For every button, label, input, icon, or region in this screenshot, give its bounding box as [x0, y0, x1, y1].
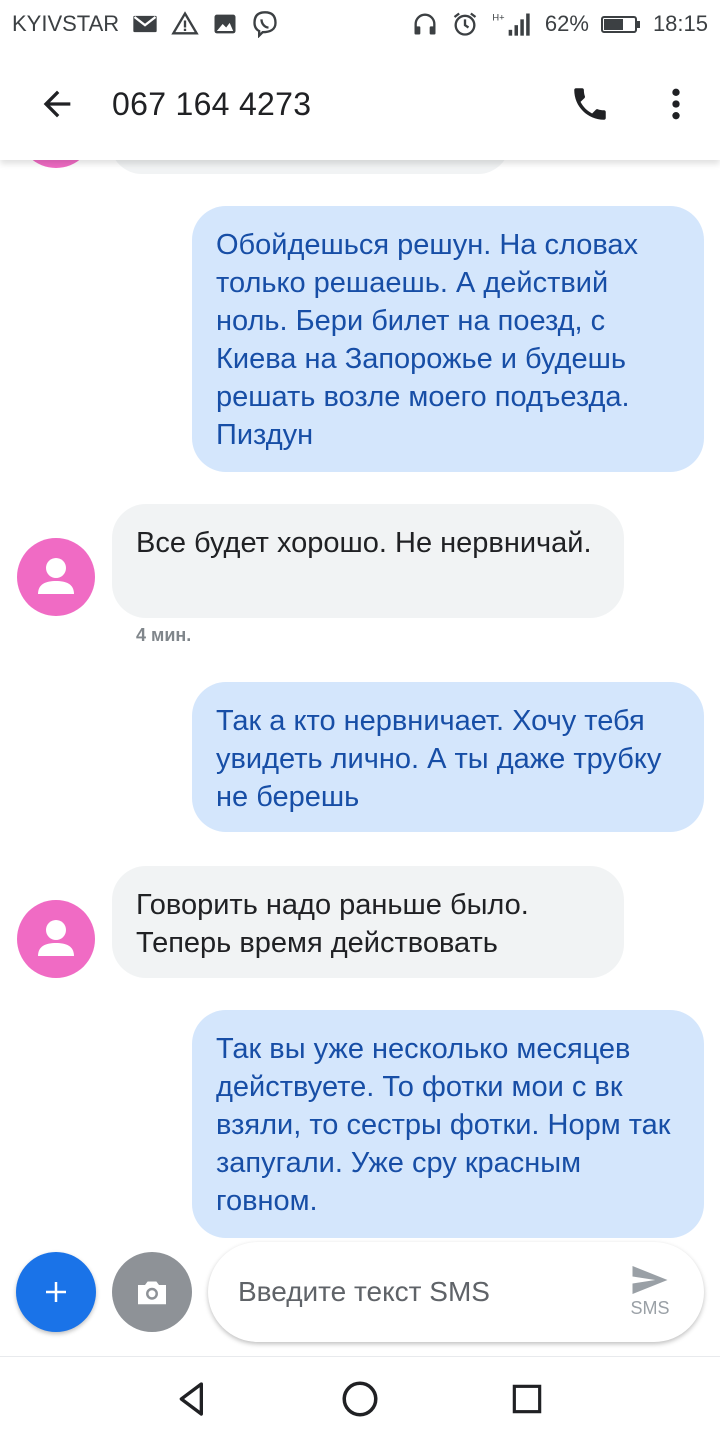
app-bar: 067 164 4273 — [0, 48, 720, 160]
viber-icon — [251, 10, 279, 38]
network-type: H+ — [492, 13, 504, 23]
message-text: Так а кто нервничает. Хочу тебя увидеть … — [216, 705, 662, 813]
battery-icon — [600, 10, 641, 38]
send-label: SMS — [630, 1297, 670, 1318]
person-icon — [38, 558, 74, 594]
camera-icon — [138, 1281, 166, 1305]
message-text: Все будет хорошо. Не нервничай. — [136, 527, 592, 559]
message-incoming[interactable]: Все будет хорошо. Не нервничай. — [112, 504, 624, 618]
message-incoming[interactable]: Говорить надо раньше было. Теперь время … — [112, 866, 624, 978]
nav-recents-button[interactable] — [497, 1369, 557, 1429]
signal-icon: H+ — [491, 10, 531, 38]
more-options-button[interactable] — [644, 72, 708, 136]
clock: 18:15 — [652, 11, 708, 36]
carrier-name: KYIVSTAR — [12, 11, 120, 36]
add-attachment-button[interactable] — [16, 1252, 96, 1332]
status-bar-left: KYIVSTAR — [12, 10, 279, 38]
message-text: Так вы уже несколько месяцев действуете.… — [216, 1033, 671, 1217]
sms-input[interactable] — [238, 1276, 598, 1308]
send-icon — [632, 1265, 668, 1294]
add-icon — [46, 1282, 66, 1302]
message-outgoing[interactable]: Так вы уже несколько месяцев действуете.… — [192, 1010, 704, 1238]
message-outgoing[interactable]: Так а кто нервничает. Хочу тебя увидеть … — [192, 682, 704, 832]
conversation-title: 067 164 4273 — [112, 85, 312, 122]
status-bar: KYIVSTAR H+ 62% 18:15 — [0, 0, 720, 48]
status-bar-right: H+ 62% 18:15 — [411, 10, 708, 38]
person-icon — [38, 920, 74, 956]
recents-square-icon — [512, 1384, 541, 1413]
call-button[interactable] — [558, 72, 622, 136]
contact-avatar[interactable] — [17, 900, 95, 978]
home-circle-icon — [342, 1381, 378, 1416]
contact-avatar[interactable] — [17, 538, 95, 616]
alarm-icon — [451, 10, 479, 38]
camera-button[interactable] — [112, 1252, 192, 1332]
message-outgoing[interactable]: Обойдешься решун. На словах только решае… — [192, 206, 704, 472]
back-arrow-icon — [43, 90, 71, 118]
headphones-icon — [411, 10, 439, 38]
mail-icon — [131, 10, 159, 38]
more-vert-icon — [672, 88, 680, 120]
compose-field[interactable]: SMS — [208, 1242, 704, 1342]
phone-icon — [574, 88, 606, 120]
nav-home-button[interactable] — [330, 1369, 390, 1429]
image-icon — [211, 10, 239, 38]
send-sms-button[interactable]: SMS — [618, 1256, 682, 1326]
back-button[interactable] — [22, 69, 92, 139]
battery-percent: 62% — [544, 11, 589, 36]
warning-icon — [171, 10, 199, 38]
system-nav-bar — [0, 1356, 720, 1440]
back-triangle-icon — [179, 1381, 204, 1416]
message-text: Говорить надо раньше было. Теперь время … — [136, 889, 529, 959]
message-text: Обойдешься решун. На словах только решае… — [216, 229, 639, 451]
nav-back-button[interactable] — [163, 1369, 223, 1429]
message-timestamp: 4 мин. — [136, 625, 192, 645]
